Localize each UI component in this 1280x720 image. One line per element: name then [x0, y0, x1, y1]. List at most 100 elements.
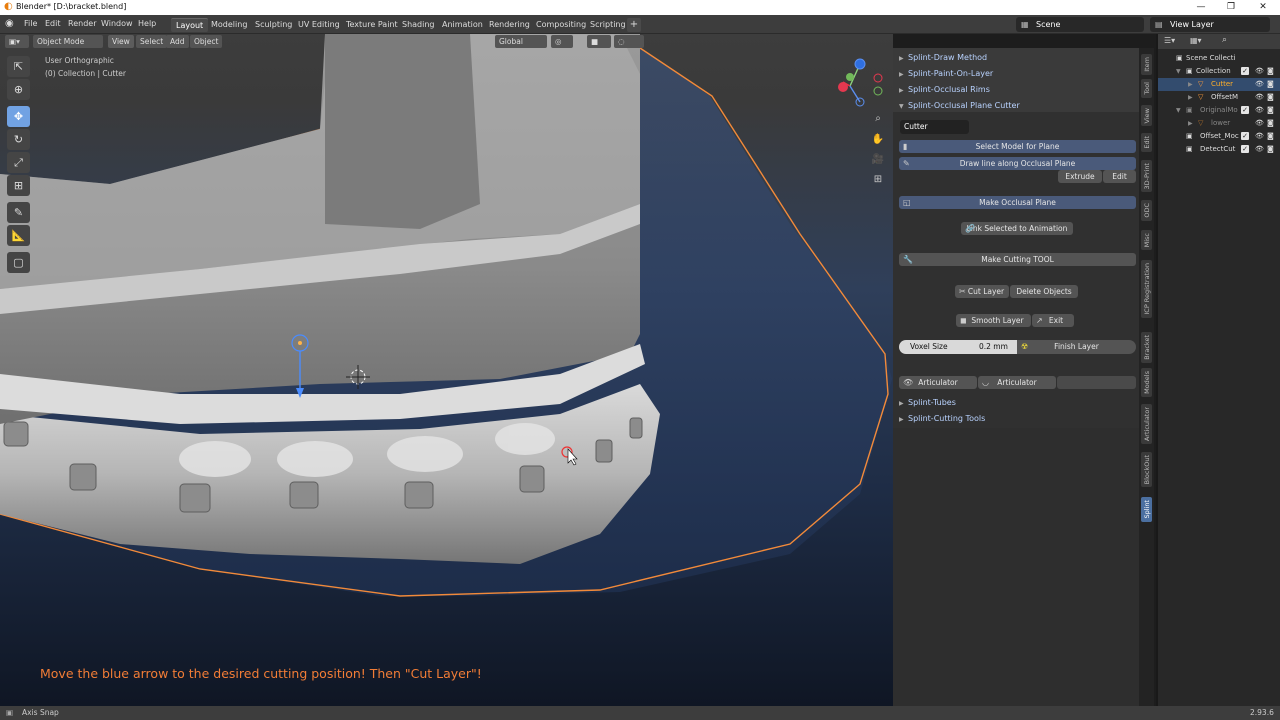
scene-selector[interactable]: ▦ Scene — [1016, 17, 1144, 32]
checkbox-icon[interactable]: ✓ — [1241, 67, 1249, 75]
tab-blockout[interactable]: BlockOut — [1141, 452, 1152, 488]
tab-view[interactable]: View — [1141, 105, 1152, 127]
delete-objects-button[interactable]: Delete Objects — [1010, 285, 1078, 298]
tab-animation[interactable]: Animation — [437, 18, 488, 32]
proportional-icon[interactable]: ◌ — [614, 35, 644, 48]
expand-icon[interactable]: ▶ — [1188, 117, 1193, 130]
checkbox-icon[interactable]: ✓ — [1241, 145, 1249, 153]
rotate-tool-icon[interactable]: ↻ — [7, 129, 30, 150]
scale-tool-icon[interactable]: ⤢ — [7, 152, 30, 173]
eye-icon[interactable]: 👁 — [1255, 130, 1264, 143]
tab-articulator[interactable]: Articulator — [1141, 404, 1152, 445]
view-menu[interactable]: View — [108, 35, 134, 48]
section-occlusal-plane-cutter[interactable]: ▼ Splint-Occlusal Plane Cutter — [899, 99, 1020, 113]
link-animation-button[interactable]: 🔗 Link Selected to Animation — [961, 222, 1073, 235]
select-model-button[interactable]: ▮ Select Model for Plane — [899, 140, 1136, 153]
cursor-tool-icon[interactable]: ⊕ — [7, 79, 30, 100]
menu-help[interactable]: Help — [138, 19, 156, 28]
restore-button[interactable]: ❐ — [1216, 0, 1246, 15]
move-tool-icon[interactable]: ✥ — [7, 106, 30, 127]
select-box-tool-icon[interactable]: ⇱ — [7, 56, 30, 77]
minimize-button[interactable]: — — [1186, 0, 1216, 15]
expand-icon[interactable]: ▶ — [1188, 78, 1193, 91]
draw-line-button[interactable]: ✎ Draw line along Occlusal Plane — [899, 157, 1136, 170]
display-mode-icon[interactable]: ▦▾ — [1190, 36, 1202, 45]
navigation-gizmo[interactable] — [838, 58, 883, 107]
tab-misc[interactable]: Misc — [1141, 230, 1152, 251]
menu-render[interactable]: Render — [68, 19, 96, 28]
tab-texture-paint[interactable]: Texture Paint — [341, 18, 403, 32]
tab-modeling[interactable]: Modeling — [206, 18, 252, 32]
cut-layer-button[interactable]: ✂ Cut Layer — [955, 285, 1009, 298]
cutter-name-field[interactable]: Cutter — [900, 120, 969, 134]
ortho-grid-icon[interactable]: ⊞ — [869, 171, 887, 189]
tab-compositing[interactable]: Compositing — [531, 18, 591, 32]
camera-icon[interactable]: ◙ — [1267, 65, 1274, 78]
eye-icon[interactable]: 👁 — [1255, 78, 1264, 91]
menu-window[interactable]: Window — [101, 19, 133, 28]
tab-bracket[interactable]: Bracket — [1141, 332, 1152, 363]
expand-icon[interactable]: ▶ — [1188, 91, 1193, 104]
tab-item[interactable]: Item — [1141, 54, 1152, 75]
add-cube-tool-icon[interactable]: ▢ — [7, 252, 30, 273]
section-paint-on-layer[interactable]: ▶ Splint-Paint-On-Layer — [899, 67, 993, 81]
eye-icon[interactable]: 👁 — [1255, 117, 1264, 130]
section-draw-method[interactable]: ▶ Splint-Draw Method — [899, 51, 987, 65]
articulator-button-2[interactable]: ◡ Articulator — [978, 376, 1056, 389]
checkbox-icon[interactable]: ✓ — [1241, 106, 1249, 114]
outliner-row-lower[interactable]: ▶ ▽ lower 👁 ◙ — [1158, 117, 1280, 130]
eye-icon[interactable]: 👁 — [1255, 104, 1264, 117]
search-icon[interactable]: ⌕ — [1222, 35, 1227, 45]
voxel-size-field[interactable]: Voxel Size 0.2 mm — [899, 340, 1017, 354]
menu-file[interactable]: File — [24, 19, 37, 28]
tab-splint[interactable]: Splint — [1141, 497, 1152, 522]
pivot-icon[interactable]: ◎ — [551, 35, 573, 48]
smooth-layer-button[interactable]: ◼ Smooth Layer — [956, 314, 1031, 327]
edit-button[interactable]: Edit — [1103, 170, 1136, 183]
camera-icon[interactable]: ◙ — [1267, 130, 1274, 143]
snap-icon[interactable]: ■ — [587, 35, 611, 48]
transform-tool-icon[interactable]: ⊞ — [7, 175, 30, 196]
add-workspace-button[interactable]: + — [627, 18, 641, 32]
outliner-row-scene[interactable]: ▣ Scene Collecti — [1158, 52, 1280, 65]
tab-odc[interactable]: ODC — [1141, 200, 1152, 221]
menu-edit[interactable]: Edit — [45, 19, 61, 28]
eye-icon[interactable]: 👁 — [1255, 91, 1264, 104]
blender-logo-icon[interactable]: ◉ — [5, 18, 14, 29]
make-occlusal-plane-button[interactable]: ◱ Make Occlusal Plane — [899, 196, 1136, 209]
eye-icon[interactable]: 👁 — [1255, 65, 1264, 78]
editor-type-button[interactable]: ▣▾ — [5, 35, 29, 48]
section-cutting-tools[interactable]: ▶ Splint-Cutting Tools — [899, 412, 985, 426]
tab-edit[interactable]: Edit — [1141, 133, 1152, 152]
tab-3d-print[interactable]: 3D-Print — [1141, 160, 1152, 193]
measure-tool-icon[interactable]: 📐 — [7, 225, 30, 246]
camera-icon[interactable]: ◙ — [1267, 104, 1274, 117]
tab-layout[interactable]: Layout — [171, 18, 209, 32]
outliner-row-collection[interactable]: ▼ ▣ Collection ✓ 👁 ◙ — [1158, 65, 1280, 78]
expand-icon[interactable]: ▼ — [1176, 104, 1181, 117]
outliner-row-detectcut[interactable]: ▣ DetectCut ✓ 👁 ◙ — [1158, 143, 1280, 156]
tab-sculpting[interactable]: Sculpting — [250, 18, 297, 32]
orientation-selector[interactable]: Global — [495, 35, 547, 48]
section-tubes[interactable]: ▶ Splint-Tubes — [899, 396, 956, 410]
add-menu[interactable]: Add — [166, 35, 189, 48]
close-button[interactable]: ✕ — [1248, 0, 1278, 15]
annotate-tool-icon[interactable]: ✎ — [7, 202, 30, 223]
camera-icon[interactable]: ◙ — [1267, 78, 1274, 91]
camera-icon[interactable]: ◙ — [1267, 91, 1274, 104]
mode-selector[interactable]: Object Mode — [33, 35, 103, 48]
make-cutting-tool-button[interactable]: 🔧 Make Cutting TOOL — [899, 253, 1136, 266]
camera-icon[interactable]: ◙ — [1267, 143, 1274, 156]
eye-icon[interactable]: 👁 — [1255, 143, 1264, 156]
select-menu[interactable]: Select — [136, 35, 168, 48]
section-occlusal-rims[interactable]: ▶ Splint-Occlusal Rims — [899, 83, 990, 97]
pan-hand-icon[interactable]: ✋ — [869, 131, 887, 149]
expand-icon[interactable]: ▼ — [1176, 65, 1181, 78]
finish-layer-button[interactable]: ☢ Finish Layer — [1017, 340, 1136, 354]
camera-icon[interactable]: ◙ — [1267, 117, 1274, 130]
3d-viewport[interactable]: ▣▾ Object Mode View Select Add Object Gl… — [0, 34, 893, 706]
exit-button[interactable]: ↗ Exit — [1032, 314, 1074, 327]
articulator-extra-button[interactable] — [1057, 376, 1136, 389]
outliner-editor-icon[interactable]: ☰▾ — [1164, 36, 1175, 45]
object-menu[interactable]: Object — [190, 35, 223, 48]
